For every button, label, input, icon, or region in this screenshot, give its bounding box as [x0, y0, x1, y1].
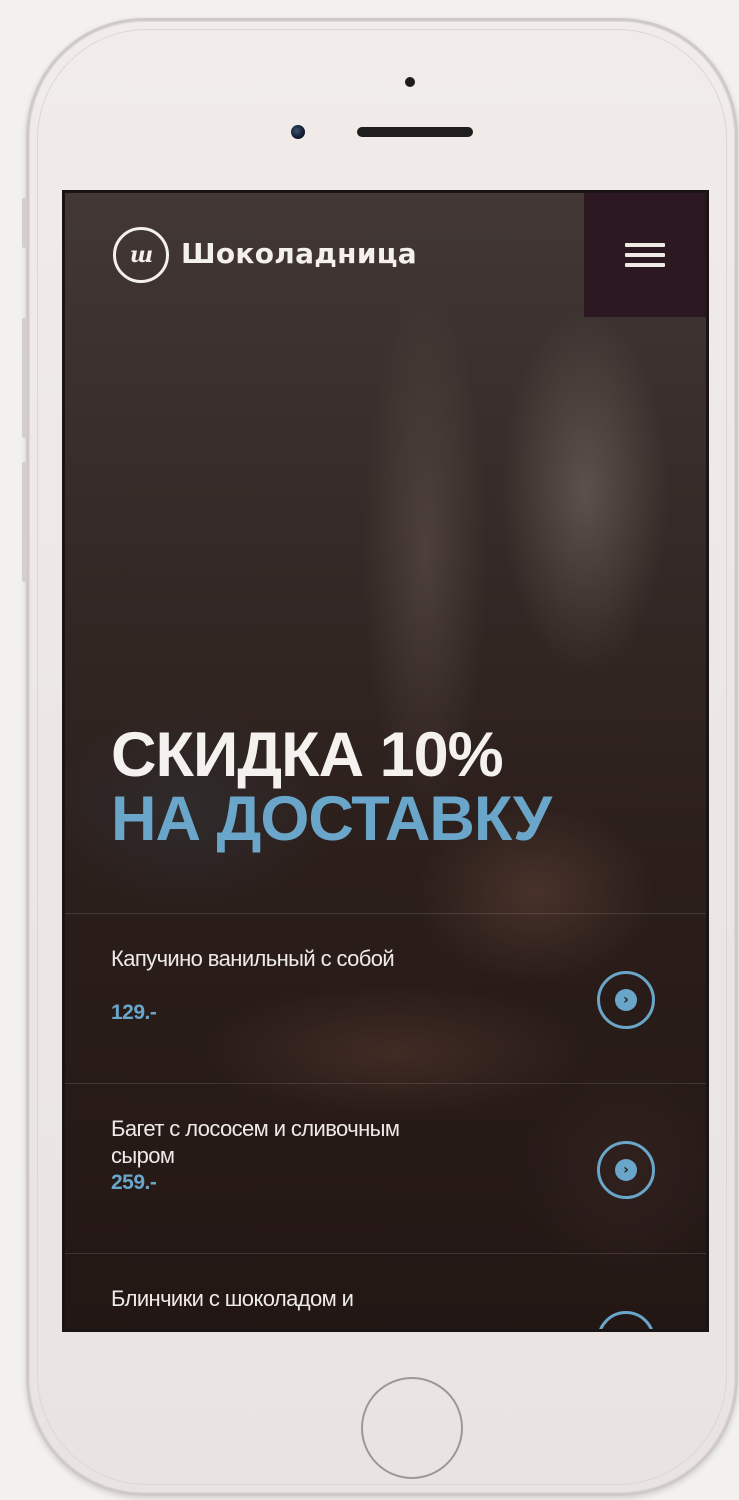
hero-headline: СКИДКА 10% [111, 720, 504, 790]
product-price: 259.- [111, 1171, 157, 1194]
home-button[interactable] [361, 1377, 463, 1479]
front-camera [291, 125, 305, 139]
divider [65, 1083, 706, 1084]
brand-name[interactable]: Шоколадница [181, 237, 417, 270]
hero-subheadline: НА ДОСТАВКУ [111, 784, 552, 854]
app-screen: ш Шоколадница СКИДКА 10% НА ДОСТАВКУ Кап… [62, 190, 709, 1332]
product-item[interactable]: Багет с лососем и сливочным сыром 259.- … [65, 1083, 706, 1253]
product-item[interactable]: Блинчики с шоколадом и › [65, 1253, 706, 1329]
volume-up-button [22, 318, 27, 438]
hamburger-icon [625, 237, 665, 273]
chevron-right-icon[interactable]: › [597, 1141, 655, 1199]
product-name: Капучино ванильный с собой [111, 946, 395, 971]
proximity-sensor [405, 77, 415, 87]
earpiece-speaker [357, 127, 473, 137]
volume-down-button [22, 462, 27, 582]
product-name: Блинчики с шоколадом и [111, 1286, 354, 1311]
chevron-right-icon[interactable]: › [597, 971, 655, 1029]
logo-glyph: ш [129, 242, 153, 268]
divider [65, 913, 706, 914]
product-item[interactable]: Капучино ванильный с собой 129.- › [65, 913, 706, 1083]
divider [65, 1253, 706, 1254]
product-price: 129.- [111, 1001, 157, 1024]
logo-icon[interactable]: ш [113, 227, 169, 283]
mute-switch [22, 198, 27, 248]
product-name: Багет с лососем и сливочным сыром [111, 1116, 400, 1168]
menu-button[interactable] [584, 193, 706, 317]
chevron-right-icon[interactable]: › [597, 1311, 655, 1329]
